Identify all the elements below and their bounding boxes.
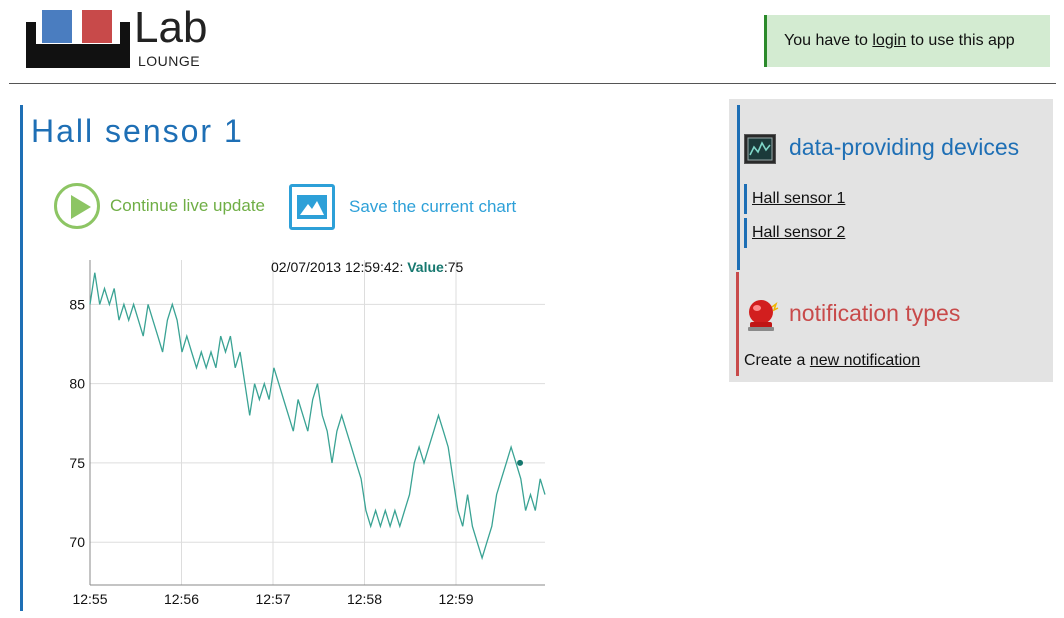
header-divider [9,83,1056,84]
logo-subtitle: LOUNGE [138,53,201,69]
devices-title: data-providing devices [789,134,1020,160]
device-link-hall-sensor-1[interactable]: Hall sensor 1 [744,184,845,214]
alarm-bell-icon [745,298,779,334]
x-tick-label: 12:59 [438,591,473,607]
notification-types-title: notification types [789,300,961,326]
logo-word: Lab [134,3,208,52]
logo-red-square [82,10,112,43]
chart-monitor-icon [744,134,776,164]
devices-accent-bar [737,105,740,270]
y-tick-label: 85 [69,296,85,312]
tooltip-date: 02/07/2013 12:59:42: [271,259,404,275]
image-icon [289,184,335,230]
page-title: Hall sensor 1 [31,113,244,149]
login-prefix: You have to [784,32,873,49]
login-suffix: to use this app [906,32,1015,49]
x-tick-label: 12:58 [347,591,382,607]
chart-tooltip: 02/07/2013 12:59:42: Value:75 [271,259,463,275]
main-accent-bar [20,105,23,611]
create-notification-text: Create a new notification [744,352,920,370]
tooltip-value-label: Value [407,259,444,275]
logo-tray-bottom [26,44,130,68]
series-line [89,272,546,561]
notifications-accent-bar [736,272,739,376]
save-chart-button[interactable]: Save the current chart [289,182,516,232]
highlight-point [517,459,524,466]
tooltip-value: :75 [443,259,464,275]
continue-live-update-button[interactable]: Continue live update [54,181,265,231]
lab-lounge-logo[interactable]: Lab LOUNGE [26,3,216,72]
y-tick-label: 75 [69,455,85,471]
x-tick-label: 12:56 [164,591,199,607]
login-link[interactable]: login [872,32,906,49]
save-chart-label: Save the current chart [349,197,517,216]
y-tick-label: 80 [69,376,85,392]
x-tick-label: 12:55 [72,591,107,607]
sensor-chart: 70 75 80 85 12:55 12:56 12:57 12:58 12:59 02/07/… [55,255,550,615]
new-notification-link[interactable]: new notification [810,352,920,369]
x-tick-label: 12:57 [255,591,290,607]
continue-live-update-label: Continue live update [110,196,266,215]
chart-svg: 70 75 80 85 12:55 12:56 12:57 12:58 12:59 [69,260,546,607]
play-icon [54,183,100,229]
create-notification-prefix: Create a [744,352,810,369]
logo-blue-square [42,10,72,43]
device-link-hall-sensor-2[interactable]: Hall sensor 2 [744,218,845,248]
login-notice: You have to login to use this app [764,15,1050,67]
y-tick-label: 70 [69,534,85,550]
